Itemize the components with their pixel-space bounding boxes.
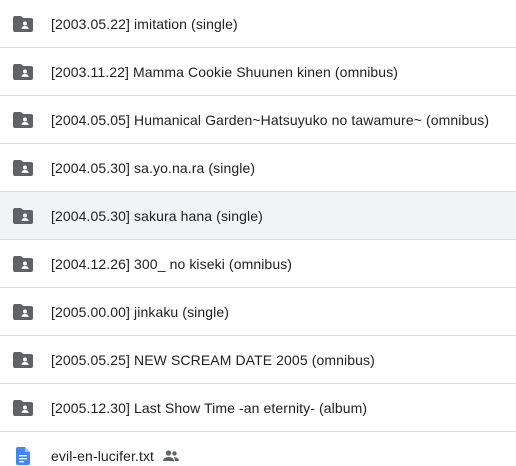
shared-folder-icon (13, 254, 33, 274)
shared-folder-icon (13, 14, 33, 34)
folder-name: [2004.05.05] Humanical Garden~Hatsuyuko … (51, 111, 490, 128)
list-item-folder[interactable]: [2005.05.25] NEW SCREAM DATE 2005 (omnib… (0, 336, 516, 384)
file-name: evil-en-lucifer.txt (51, 448, 155, 464)
shared-folder-icon (13, 302, 33, 322)
list-item-folder[interactable]: [2003.05.22] imitation (single) (0, 0, 516, 48)
shared-folder-icon (13, 398, 33, 418)
shared-folder-icon (13, 350, 33, 370)
shared-folder-icon (13, 158, 33, 178)
shared-folder-icon (13, 62, 33, 82)
list-item-folder[interactable]: [2003.11.22] Mamma Cookie Shuunen kinen … (0, 48, 516, 96)
document-icon (13, 446, 33, 466)
folder-name: [2004.12.26] 300_ no kiseki (omnibus) (51, 255, 293, 272)
folder-name: [2003.11.22] Mamma Cookie Shuunen kinen … (51, 63, 399, 80)
folder-name: [2005.00.00] jinkaku (single) (51, 303, 230, 320)
folder-name: [2005.05.25] NEW SCREAM DATE 2005 (omnib… (51, 351, 375, 368)
folder-name: [2005.12.30] Last Show Time -an eternity… (51, 399, 368, 416)
list-item-folder[interactable]: [2004.05.30] sa.yo.na.ra (single) (0, 144, 516, 192)
folder-name: [2003.05.22] imitation (single) (51, 15, 238, 32)
shared-people-icon (162, 447, 180, 465)
shared-folder-icon (13, 110, 33, 130)
folder-name: [2004.05.30] sakura hana (single) (51, 207, 263, 224)
list-item-folder[interactable]: [2004.12.26] 300_ no kiseki (omnibus) (0, 240, 516, 288)
list-item-file[interactable]: evil-en-lucifer.txt (0, 432, 516, 466)
shared-folder-icon (13, 206, 33, 226)
list-item-folder[interactable]: [2004.05.05] Humanical Garden~Hatsuyuko … (0, 96, 516, 144)
list-item-folder[interactable]: [2005.12.30] Last Show Time -an eternity… (0, 384, 516, 432)
file-name-group: evil-en-lucifer.txt (51, 447, 180, 465)
folder-name: [2004.05.30] sa.yo.na.ra (single) (51, 159, 256, 176)
list-item-folder-selected[interactable]: [2004.05.30] sakura hana (single) (0, 192, 516, 240)
list-item-folder[interactable]: [2005.00.00] jinkaku (single) (0, 288, 516, 336)
